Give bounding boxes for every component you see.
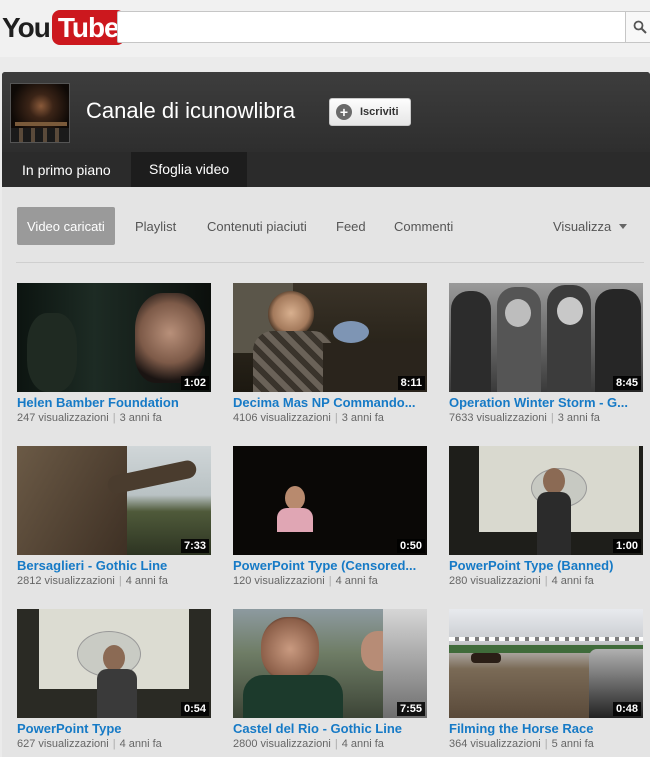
subnav-contenuti-piaciuti[interactable]: Contenuti piaciuti [207,207,307,245]
video-views: 7633 visualizzazioni [449,412,547,424]
content-panel: Video caricati Playlist Contenuti piaciu… [2,187,650,757]
subscribe-button[interactable]: + Iscriviti [329,98,411,126]
duration-badge: 7:33 [180,539,209,553]
masthead: You Tube [0,0,650,57]
subnav-playlist[interactable]: Playlist [135,207,176,245]
video-meta: 120 visualizzazioni | 4 anni fa [233,575,378,587]
channel-tabs: In primo piano Sfoglia video [2,152,650,187]
video-views: 280 visualizzazioni [449,575,541,587]
duration-badge: 0:54 [180,702,209,716]
caret-down-icon [619,223,628,229]
video-age: 4 anni fa [341,738,384,750]
video-age: 3 anni fa [341,412,384,424]
video-age: 3 anni fa [557,412,600,424]
view-menu[interactable]: Visualizza [553,207,628,245]
video-meta: 2812 visualizzazioni | 4 anni fa [17,575,168,587]
channel-header: Canale di icunowlibra In primo piano Sfo… [2,72,650,187]
video-thumbnail[interactable]: 0:48 [449,609,643,718]
video-meta: 247 visualizzazioni | 3 anni fa [17,412,162,424]
video-thumbnail[interactable]: 7:55 [233,609,427,718]
video-age: 5 anni fa [551,738,594,750]
video-thumbnail[interactable]: 8:11 [233,283,427,392]
video-title[interactable]: Operation Winter Storm - G... [449,395,643,410]
duration-badge: 0:48 [612,702,641,716]
video-thumbnail[interactable]: 0:50 [233,446,427,555]
video-meta: 7633 visualizzazioni | 3 anni fa [449,412,600,424]
subnav-feed[interactable]: Feed [336,207,366,245]
logo-you-text: You [2,11,51,43]
video-title[interactable]: PowerPoint Type (Censored... [233,558,427,573]
view-menu-label: Visualizza [553,218,612,234]
subnav: Video caricati Playlist Contenuti piaciu… [16,207,632,245]
video-title[interactable]: Castel del Rio - Gothic Line [233,721,427,736]
video-views: 2812 visualizzazioni [17,575,115,587]
video-title[interactable]: PowerPoint Type (Banned) [449,558,643,573]
video-thumbnail[interactable]: 0:54 [17,609,211,718]
video-age: 4 anni fa [119,738,162,750]
video-title[interactable]: Filming the Horse Race [449,721,643,736]
duration-badge: 1:00 [612,539,641,553]
video-age: 3 anni fa [119,412,162,424]
tab-sfoglia-video[interactable]: Sfoglia video [131,152,248,187]
plus-icon: + [336,104,352,120]
video-title[interactable]: Decima Mas NP Commando... [233,395,427,410]
duration-badge: 8:45 [612,376,641,390]
video-meta: 2800 visualizzazioni | 4 anni fa [233,738,384,750]
subnav-video-caricati[interactable]: Video caricati [17,207,115,245]
subscribe-label: Iscriviti [360,106,399,118]
tab-in-primo-piano[interactable]: In primo piano [4,152,129,187]
video-age: 4 anni fa [551,575,594,587]
logo-tube-badge: Tube [51,10,125,45]
duration-badge: 8:11 [397,376,425,390]
video-meta: 4106 visualizzazioni | 3 anni fa [233,412,384,424]
video-title[interactable]: PowerPoint Type [17,721,211,736]
duration-badge: 0:50 [396,539,425,553]
search-icon [633,20,647,34]
video-thumbnail[interactable]: 1:02 [17,283,211,392]
video-age: 4 anni fa [125,575,168,587]
video-title[interactable]: Bersaglieri - Gothic Line [17,558,211,573]
channel-avatar[interactable] [10,83,70,143]
logo-tube-text: Tube [57,11,120,43]
video-views: 120 visualizzazioni [233,575,325,587]
search-button[interactable] [625,11,650,43]
channel-title: Canale di icunowlibra [86,98,296,123]
video-meta: 627 visualizzazioni | 4 anni fa [17,738,162,750]
video-views: 2800 visualizzazioni [233,738,331,750]
video-views: 247 visualizzazioni [17,412,109,424]
video-views: 364 visualizzazioni [449,738,541,750]
video-title[interactable]: Helen Bamber Foundation [17,395,211,410]
duration-badge: 7:55 [396,702,425,716]
video-thumbnail[interactable]: 7:33 [17,446,211,555]
video-meta: 280 visualizzazioni | 4 anni fa [449,575,594,587]
video-views: 627 visualizzazioni [17,738,109,750]
search-input[interactable] [117,11,627,43]
youtube-logo[interactable]: You Tube [2,10,125,45]
video-age: 4 anni fa [335,575,378,587]
divider [16,262,644,263]
channel-banner: Canale di icunowlibra [2,72,650,152]
subnav-commenti[interactable]: Commenti [394,207,453,245]
video-thumbnail[interactable]: 8:45 [449,283,643,392]
duration-badge: 1:02 [180,376,209,390]
video-thumbnail[interactable]: 1:00 [449,446,643,555]
video-meta: 364 visualizzazioni | 5 anni fa [449,738,594,750]
video-views: 4106 visualizzazioni [233,412,331,424]
